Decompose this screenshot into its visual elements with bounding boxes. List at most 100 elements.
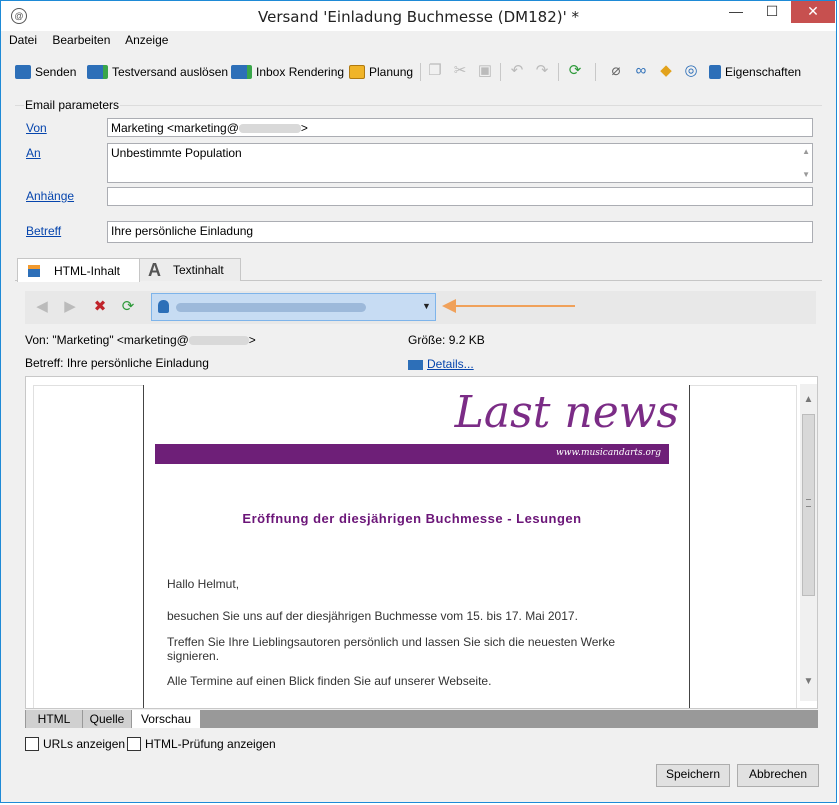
email-greeting: Hallo Helmut, <box>167 577 240 591</box>
scroll-down-arrow-icon[interactable]: ▼ <box>800 676 817 687</box>
attachments-field[interactable] <box>107 187 813 206</box>
cancel-button[interactable]: Abbrechen <box>737 764 819 787</box>
properties-button[interactable]: Eigenschaften <box>709 63 801 81</box>
tab-html-content[interactable]: HTML-Inhalt <box>17 258 140 282</box>
details-label: Details... <box>427 357 474 371</box>
inbox-label: Inbox Rendering <box>256 65 345 79</box>
show-urls-box[interactable] <box>25 737 39 751</box>
recipient-dropdown-chevron-icon[interactable]: ▼ <box>422 301 431 311</box>
paste-icon[interactable]: ▣ <box>476 62 494 80</box>
proof-label: Testversand auslösen <box>112 65 229 79</box>
send-button[interactable]: Senden <box>15 63 76 81</box>
tracking-icon[interactable]: ◎ <box>682 62 700 80</box>
proof-button[interactable]: Testversand auslösen <box>87 63 228 81</box>
tab-html-label: HTML-Inhalt <box>54 263 121 278</box>
preview-from-label: Von: <box>25 333 50 347</box>
preview-size: Größe: 9.2 KB <box>408 333 485 347</box>
toolbar-separator <box>558 63 559 81</box>
personalization-icon[interactable]: ◆ <box>657 62 675 80</box>
view-mode-tabs: HTML Quelle Vorschau <box>25 710 818 728</box>
annotation-arrow-icon <box>442 299 456 313</box>
preview-from-suffix: > <box>248 333 256 347</box>
email-params-label: Email parameters <box>24 98 121 112</box>
schedule-button[interactable]: Planung <box>349 63 413 81</box>
toolbar: Senden Testversand auslösen Inbox Render… <box>1 59 836 85</box>
tab-html[interactable]: HTML <box>26 710 82 728</box>
scroll-down-icon[interactable]: ▼ <box>802 170 810 179</box>
toolbar-separator <box>500 63 501 81</box>
from-field[interactable]: Marketing <marketing@ > <box>107 118 813 137</box>
forward-icon[interactable]: ▶ <box>61 298 79 316</box>
link-icon[interactable]: ∞ <box>632 62 650 80</box>
send-label: Senden <box>35 65 77 79</box>
window-title: Versand 'Einladung Buchmesse (DM182)' * <box>258 8 579 26</box>
email-paragraph-1: besuchen Sie uns auf der diesjährigen Bu… <box>167 609 578 623</box>
save-button[interactable]: Speichern <box>656 764 730 787</box>
email-paragraph-2: Treffen Sie Ihre Lieblingsautoren persön… <box>167 635 616 663</box>
inbox-envelope-icon <box>231 65 252 79</box>
from-value-prefix: Marketing <marketing@ <box>111 121 239 135</box>
redo-icon[interactable]: ↷ <box>533 62 551 80</box>
title-bar: @ Versand 'Einladung Buchmesse (DM182)' … <box>1 1 836 31</box>
undo-icon[interactable]: ↶ <box>508 62 526 80</box>
preview-from-value: "Marketing" <marketing@ <box>52 333 189 347</box>
show-urls-checkbox[interactable]: URLs anzeigen <box>25 737 125 751</box>
email-preview[interactable]: Last news www.musicandarts.org Eröffnung… <box>25 376 818 709</box>
proof-envelope-icon <box>87 65 108 79</box>
preview-from: Von: "Marketing" <marketing@ > <box>25 333 256 347</box>
delete-icon[interactable]: ✖ <box>91 298 109 316</box>
back-icon[interactable]: ◀ <box>33 298 51 316</box>
menu-bearbeiten[interactable]: Bearbeiten <box>52 33 110 47</box>
tab-text-content[interactable]: A Textinhalt <box>139 258 241 281</box>
minimize-button[interactable]: — <box>721 1 751 23</box>
copy-icon[interactable]: ❐ <box>426 62 444 80</box>
preview-subject: Betreff: Ihre persönliche Einladung <box>25 356 209 370</box>
menu-bar: Datei Bearbeiten Anzeige <box>9 33 180 51</box>
maximize-button[interactable]: ☐ <box>757 1 787 23</box>
from-label[interactable]: Von <box>26 121 47 135</box>
menu-datei[interactable]: Datei <box>9 33 37 47</box>
to-field[interactable]: Unbestimmte Population ▲ ▼ <box>107 143 813 183</box>
text-content-icon: A <box>148 259 161 280</box>
tab-source[interactable]: Quelle <box>83 710 131 728</box>
inbox-rendering-button[interactable]: Inbox Rendering <box>231 63 344 81</box>
subject-field[interactable]: Ihre persönliche Einladung <box>107 221 813 243</box>
clipboard-icon <box>709 65 721 79</box>
main-window: @ Versand 'Einladung Buchmesse (DM182)' … <box>0 0 837 803</box>
refresh-icon[interactable]: ⟳ <box>566 62 584 80</box>
preview-subject-label: Betreff: <box>25 356 64 370</box>
size-value: 9.2 KB <box>448 333 485 347</box>
html-content-icon <box>28 264 40 277</box>
cut-icon[interactable]: ✂ <box>451 62 469 80</box>
scroll-up-arrow-icon[interactable]: ▲ <box>800 394 817 405</box>
html-check-checkbox[interactable]: HTML-Prüfung anzeigen <box>127 737 276 751</box>
email-heading: Eröffnung der diesjährigen Buchmesse - L… <box>242 511 582 526</box>
grip-icon <box>806 499 811 507</box>
preview-scrollbar[interactable]: ▲ ▼ <box>800 384 817 701</box>
from-value-suffix: > <box>300 121 308 135</box>
html-check-label: HTML-Prüfung anzeigen <box>145 737 276 751</box>
tab-preview[interactable]: Vorschau <box>132 710 200 728</box>
scrollbar-thumb[interactable] <box>802 414 815 596</box>
recipient-select[interactable] <box>151 293 436 321</box>
menu-anzeige[interactable]: Anzeige <box>125 33 168 47</box>
subject-label[interactable]: Betreff <box>26 224 61 238</box>
attachments-label[interactable]: Anhänge <box>26 189 74 203</box>
redacted-domain <box>238 124 301 134</box>
redacted-domain <box>188 336 249 346</box>
to-value: Unbestimmte Population <box>111 146 242 160</box>
schedule-label: Planung <box>369 65 414 79</box>
refresh-preview-icon[interactable]: ⟳ <box>119 298 137 316</box>
close-button[interactable]: ✕ <box>791 1 835 23</box>
scroll-up-icon[interactable]: ▲ <box>802 147 810 156</box>
toolbar-separator <box>420 63 421 81</box>
mail-icon <box>408 359 423 370</box>
preview-subject-value: Ihre persönliche Einladung <box>66 356 209 370</box>
toolbar-separator <box>595 63 596 81</box>
attachment-icon[interactable]: ⌀ <box>607 62 625 80</box>
html-check-box[interactable] <box>127 737 141 751</box>
size-label: Größe: <box>408 333 446 347</box>
to-label[interactable]: An <box>26 146 41 160</box>
newsletter-logo: Last news <box>454 387 679 438</box>
details-link[interactable]: Details... <box>408 357 474 371</box>
